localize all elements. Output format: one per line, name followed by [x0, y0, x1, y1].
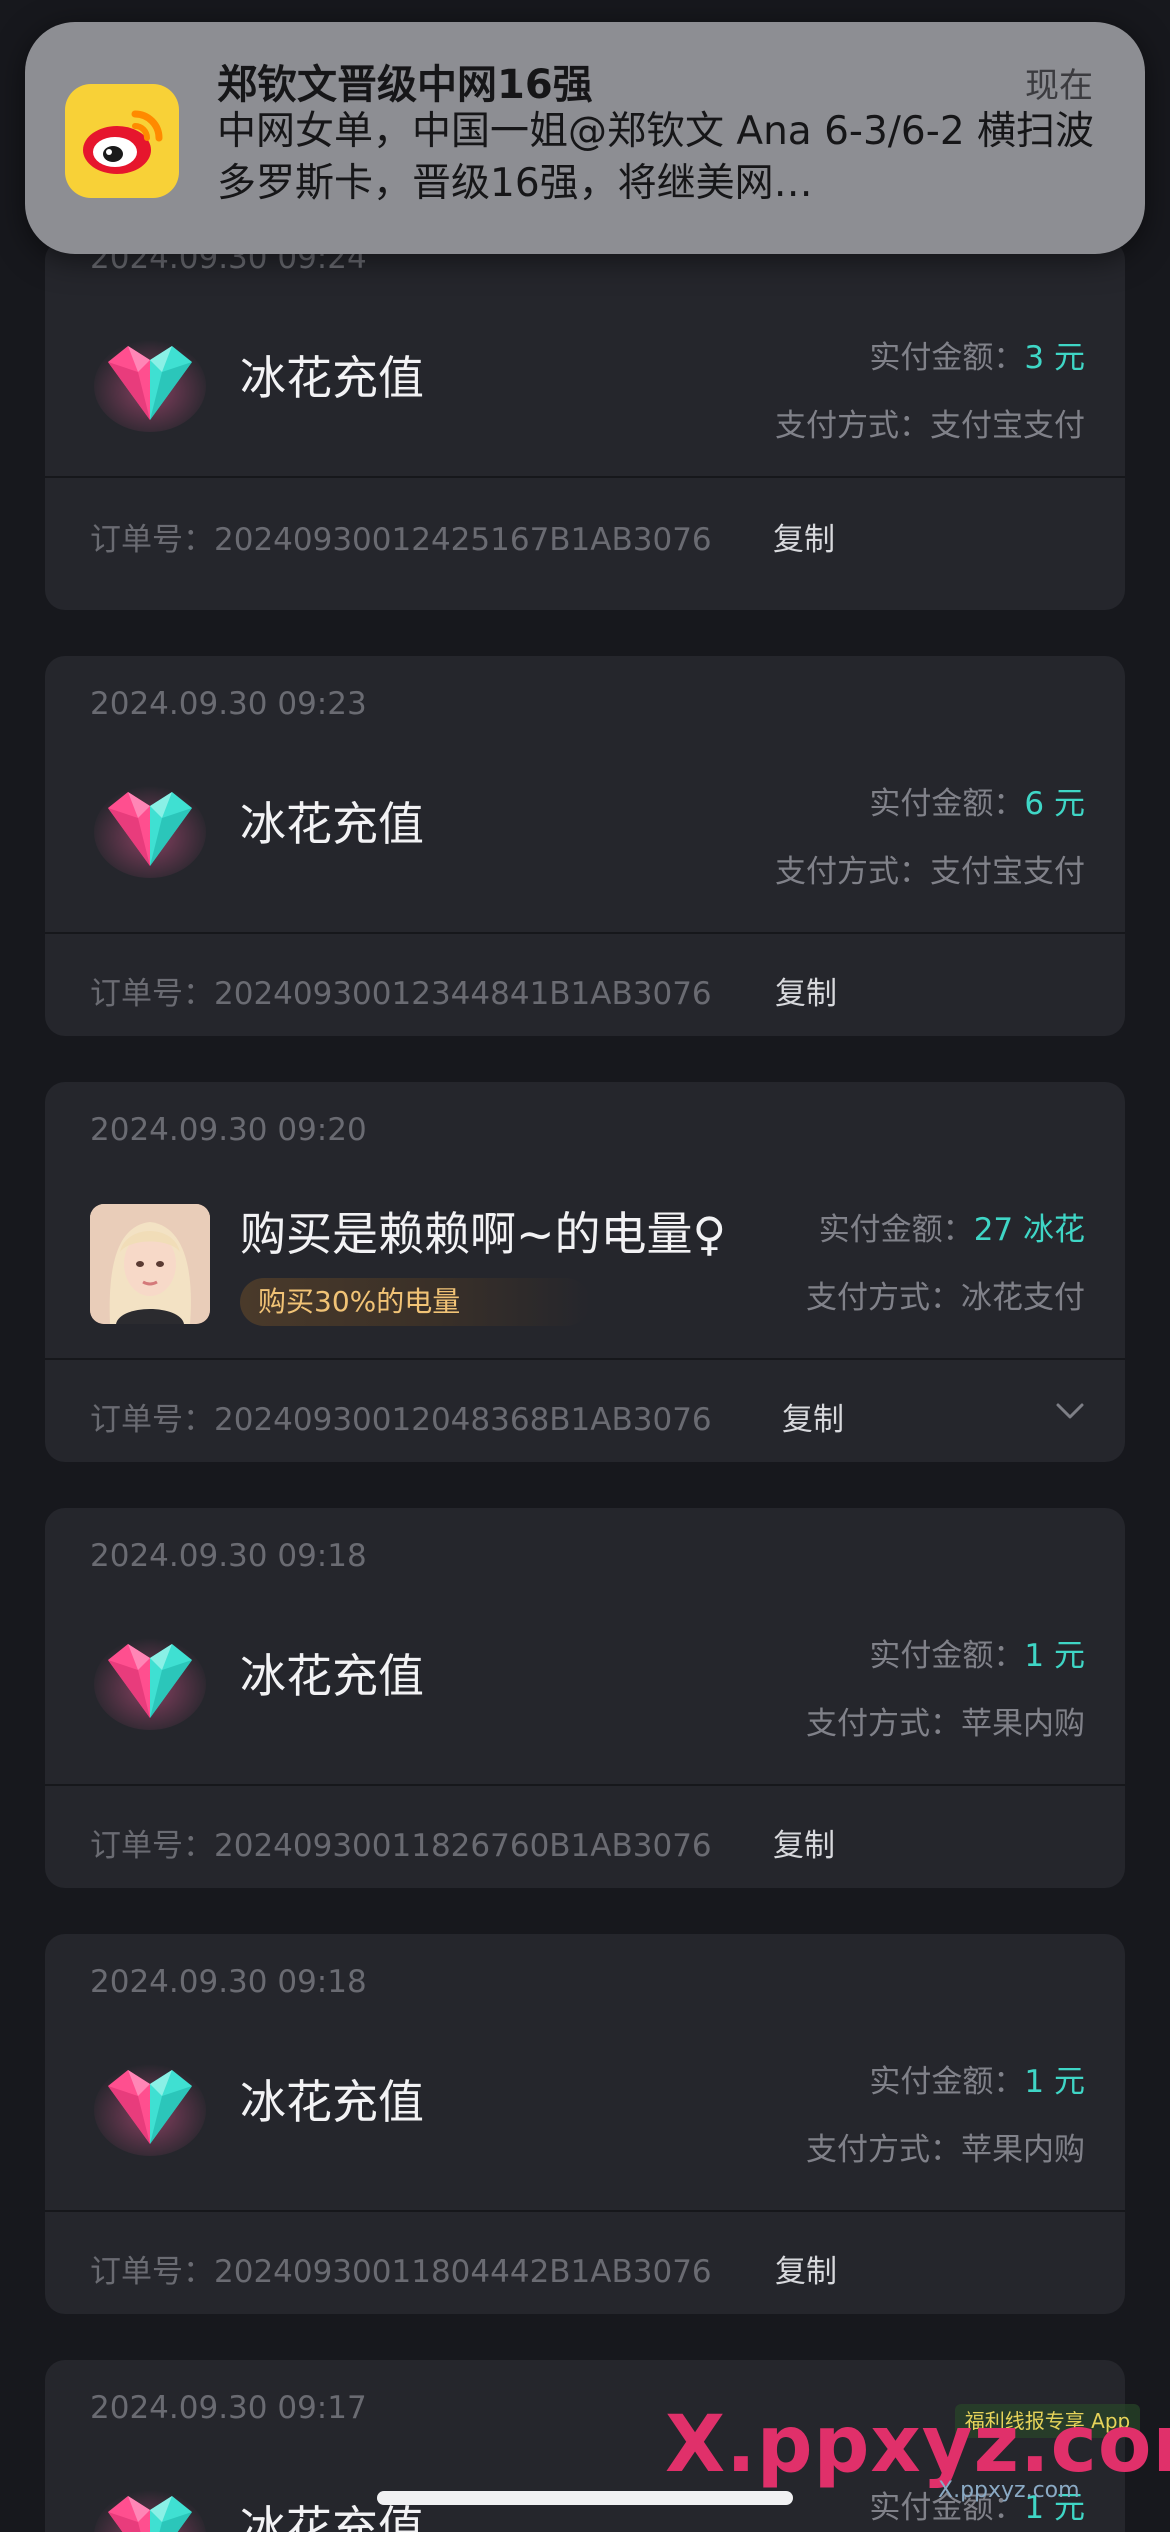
notification-time: 现在 [1025, 66, 1093, 106]
amount-label: 实付金额： [869, 1638, 1025, 1674]
amount-row: 实付金额：1 元 [869, 1630, 1085, 1675]
heart-gem-icon [90, 2044, 210, 2164]
notification-body: 中网女单，中国一姐@郑钦文 Ana 6-3/6-2 横扫波多罗斯卡，晋级16强，… [217, 109, 1095, 206]
order-card[interactable]: 2024.09.30 09:23 冰花充值 实付金额：6 元 支付方式：支付宝支… [45, 656, 1125, 1036]
payment-method-row: 支付方式：支付宝支付 [775, 846, 1085, 891]
heart-gem-icon [90, 2470, 210, 2532]
order-number: 订单号：20240930011804442B1AB3076 [90, 2246, 712, 2291]
order-title: 冰花充值 [240, 797, 424, 851]
amount-row: 实付金额：27 冰花 [819, 1204, 1085, 1249]
order-number-value: 20240930012425167B1AB3076 [214, 522, 712, 558]
payment-value: 支付宝支付 [930, 854, 1085, 890]
order-title: 冰花充值 [240, 2075, 424, 2129]
order-date: 2024.09.30 09:18 [90, 1964, 367, 2000]
order-number-label: 订单号： [90, 1828, 214, 1864]
order-card[interactable]: 2024.09.30 09:18 冰花充值 实付金额：1 元 支付方式：苹果内购… [45, 1934, 1125, 2314]
avatar [90, 1204, 210, 1324]
order-title: 冰花充值 [240, 1649, 424, 1703]
order-date: 2024.09.30 09:23 [90, 686, 367, 722]
order-card[interactable]: 2024.09.30 09:24 冰花充值 实付金额：3 元 支付方式：支付宝支… [45, 240, 1125, 610]
order-card[interactable]: 2024.09.30 09:20 购买是赖赖啊~的电量♀ 购买30%的电量 实付… [45, 1082, 1125, 1462]
amount-value: 1 元 [1024, 1638, 1085, 1674]
divider [45, 2210, 1125, 2212]
copy-button[interactable]: 复制 [775, 2246, 837, 2291]
amount-value: 6 元 [1024, 786, 1085, 822]
order-title: 购买是赖赖啊~的电量♀ [240, 1207, 727, 1261]
notification-title: 郑钦文晋级中网16强 [217, 62, 593, 108]
amount-value: 27 冰花 [973, 1212, 1085, 1248]
order-number-value: 20240930011826760B1AB3076 [214, 1828, 712, 1864]
heart-gem-icon [90, 320, 210, 440]
payment-value: 冰花支付 [961, 1280, 1085, 1316]
order-number-label: 订单号： [90, 2254, 214, 2290]
payment-method-row: 支付方式：苹果内购 [806, 2124, 1085, 2169]
amount-label: 实付金额： [818, 1212, 974, 1248]
amount-value: 1 元 [1024, 2064, 1085, 2100]
order-number: 订单号：20240930012048368B1AB3076 [90, 1394, 712, 1439]
amount-label: 实付金额： [869, 786, 1025, 822]
divider [45, 932, 1125, 934]
payment-value: 支付宝支付 [930, 408, 1085, 444]
amount-value: 3 元 [1024, 340, 1085, 376]
heart-gem-icon [90, 766, 210, 886]
order-date: 2024.09.30 09:20 [90, 1112, 367, 1148]
amount-row: 实付金额：6 元 [869, 778, 1085, 823]
home-indicator[interactable] [377, 2491, 793, 2505]
order-date: 2024.09.30 09:18 [90, 1538, 367, 1574]
order-date: 2024.09.30 09:17 [90, 2390, 367, 2426]
amount-label: 实付金额： [869, 2064, 1025, 2100]
payment-label: 支付方式： [806, 1280, 961, 1316]
order-number-label: 订单号： [90, 1402, 214, 1438]
order-title: 冰花充值 [240, 351, 424, 405]
weibo-icon [65, 84, 179, 198]
order-number-label: 订单号： [90, 522, 214, 558]
order-number-label: 订单号： [90, 976, 214, 1012]
divider [45, 1358, 1125, 1360]
order-history-screen: 2024.09.30 09:24 冰花充值 实付金额：3 元 支付方式：支付宝支… [0, 0, 1170, 2532]
amount-label: 实付金额： [869, 340, 1025, 376]
heart-gem-icon [90, 1618, 210, 1738]
amount-row: 实付金额：3 元 [869, 332, 1085, 377]
copy-button[interactable]: 复制 [773, 514, 835, 559]
order-number: 订单号：20240930011826760B1AB3076 [90, 1820, 712, 1865]
watermark-subtext: X.ppxyz.com [938, 2478, 1080, 2503]
chevron-down-icon[interactable] [1055, 1396, 1085, 1426]
payment-label: 支付方式： [806, 2132, 961, 2168]
order-number-value: 20240930011804442B1AB3076 [214, 2254, 712, 2290]
divider [45, 476, 1125, 478]
payment-method-row: 支付方式：苹果内购 [806, 1698, 1085, 1743]
payment-method-row: 支付方式：支付宝支付 [775, 400, 1085, 445]
payment-value: 苹果内购 [961, 2132, 1085, 2168]
payment-label: 支付方式： [775, 854, 930, 890]
copy-button[interactable]: 复制 [782, 1394, 844, 1439]
payment-value: 苹果内购 [961, 1706, 1085, 1742]
order-number: 订单号：20240930012425167B1AB3076 [90, 514, 712, 559]
copy-button[interactable]: 复制 [775, 968, 837, 1013]
copy-button[interactable]: 复制 [773, 1820, 835, 1865]
order-number: 订单号：20240930012344841B1AB3076 [90, 968, 712, 1013]
watermark-logo: X.ppxyz.com [665, 2400, 1170, 2490]
payment-method-row: 支付方式：冰花支付 [806, 1272, 1085, 1317]
divider [45, 1784, 1125, 1786]
order-card[interactable]: 2024.09.30 09:18 冰花充值 实付金额：1 元 支付方式：苹果内购… [45, 1508, 1125, 1888]
order-number-value: 20240930012048368B1AB3076 [214, 1402, 712, 1438]
order-number-value: 20240930012344841B1AB3076 [214, 976, 712, 1012]
electricity-badge: 购买30%的电量 [240, 1278, 591, 1326]
amount-row: 实付金额：1 元 [869, 2056, 1085, 2101]
payment-label: 支付方式： [806, 1706, 961, 1742]
payment-label: 支付方式： [775, 408, 930, 444]
push-notification[interactable]: 郑钦文晋级中网16强 现在 中网女单，中国一姐@郑钦文 Ana 6-3/6-2 … [25, 22, 1145, 254]
